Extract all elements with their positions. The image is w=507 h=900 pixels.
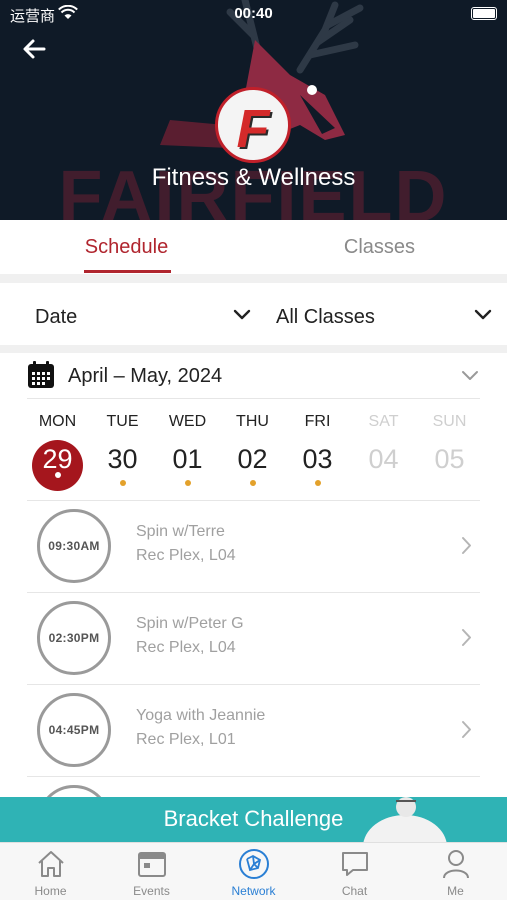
class-time-badge: 02:30PM [37, 601, 111, 675]
day-mon[interactable]: MON 29 [25, 400, 90, 500]
week-strip: MON 29 TUE 30 WED 01 THU 02 FRI 03 SAT 0… [25, 400, 482, 500]
home-icon [37, 851, 64, 877]
back-arrow-icon[interactable] [20, 36, 48, 62]
event-dot [54, 472, 61, 478]
logo-letter: F [236, 99, 270, 159]
calendar-icon [137, 852, 166, 877]
tab-classes[interactable]: Classes [253, 220, 506, 274]
bottom-navigation: Home Events Network Chat Me [0, 842, 507, 900]
nav-network[interactable]: Network [203, 843, 304, 900]
nav-label: Network [231, 884, 276, 898]
calendar-header: April – May, 2024 [0, 353, 507, 399]
nav-label: Chat [341, 884, 368, 898]
person-icon [442, 850, 469, 879]
date-range-label: April – May, 2024 [68, 365, 223, 387]
class-list-item[interactable] [0, 777, 507, 797]
nav-events[interactable]: Events [101, 843, 202, 900]
chat-icon [341, 852, 368, 876]
chevron-down-icon[interactable] [474, 309, 492, 321]
chevron-right-icon [462, 537, 471, 554]
day-name: MON [38, 413, 77, 430]
header-hero: FAIRFIELD 运营商 00:40 F Fitness & Wellness [0, 0, 507, 220]
chevron-down-icon[interactable] [233, 309, 251, 321]
clock-time: 00:40 [234, 5, 273, 22]
filter-bar: Date All Classes [0, 283, 507, 345]
fairfield-logo: F [215, 87, 291, 163]
class-time-badge: 04:45PM [37, 693, 111, 767]
day-sun[interactable]: SUN 05 [417, 400, 482, 500]
chevron-right-icon [462, 629, 471, 646]
class-time-badge: 09:30AM [37, 509, 111, 583]
calendar-icon [28, 361, 54, 388]
person-photo-icon [363, 797, 447, 842]
day-name: WED [168, 413, 207, 430]
nav-me[interactable]: Me [405, 843, 506, 900]
class-time-badge [37, 785, 111, 797]
day-name: FRI [304, 413, 331, 430]
event-dot [249, 480, 256, 486]
class-list-item[interactable]: 09:30AM Spin w/Terre Rec Plex, L04 [0, 501, 507, 592]
day-number: 02 [237, 444, 268, 474]
class-list-item[interactable]: 02:30PM Spin w/Peter G Rec Plex, L04 [0, 593, 507, 684]
nav-label: Events [133, 884, 170, 898]
tab-schedule[interactable]: Schedule [0, 220, 253, 274]
day-tue[interactable]: TUE 30 [90, 400, 155, 500]
day-name: TUE [106, 413, 139, 430]
day-name: SAT [368, 413, 399, 430]
tab-bar: Schedule Classes [0, 220, 507, 274]
class-location: Rec Plex, L04 [136, 547, 236, 564]
day-name: SUN [432, 413, 467, 430]
event-dot [184, 480, 191, 486]
day-thu[interactable]: THU 02 [220, 400, 285, 500]
network-icon [238, 849, 269, 879]
bracket-challenge-banner[interactable]: Bracket Challenge [0, 797, 507, 842]
day-fri[interactable]: FRI 03 [285, 400, 350, 500]
chevron-right-icon [462, 721, 471, 738]
day-number: 01 [172, 444, 203, 474]
battery-icon [471, 7, 497, 20]
class-name: Spin w/Terre [136, 523, 225, 540]
date-filter-dropdown[interactable]: Date [35, 283, 77, 345]
class-location: Rec Plex, L04 [136, 639, 236, 656]
event-dot [314, 480, 321, 486]
expand-calendar-chevron-icon[interactable] [461, 370, 479, 381]
day-number: 30 [107, 444, 138, 474]
page-title: Fitness & Wellness [151, 164, 356, 191]
event-dot [119, 480, 126, 486]
nav-chat[interactable]: Chat [304, 843, 405, 900]
day-sat[interactable]: SAT 04 [351, 400, 416, 500]
day-number: 04 [368, 444, 399, 474]
class-filter-dropdown[interactable]: All Classes [276, 283, 375, 345]
day-number: 03 [302, 444, 333, 474]
day-wed[interactable]: WED 01 [155, 400, 220, 500]
nav-home[interactable]: Home [0, 843, 101, 900]
active-tab-indicator [84, 270, 171, 273]
class-name: Yoga with Jeannie [136, 707, 266, 724]
nav-label: Me [447, 884, 464, 898]
section-divider [0, 345, 507, 353]
class-list-item[interactable]: 04:45PM Yoga with Jeannie Rec Plex, L01 [0, 685, 507, 776]
day-name: THU [236, 413, 269, 430]
class-name: Spin w/Peter G [136, 615, 244, 632]
day-number: 05 [434, 444, 465, 474]
divider [27, 398, 480, 399]
section-divider [0, 274, 507, 283]
status-bar: 运营商 00:40 [0, 0, 507, 28]
class-location: Rec Plex, L01 [136, 731, 236, 748]
nav-label: Home [34, 884, 67, 898]
